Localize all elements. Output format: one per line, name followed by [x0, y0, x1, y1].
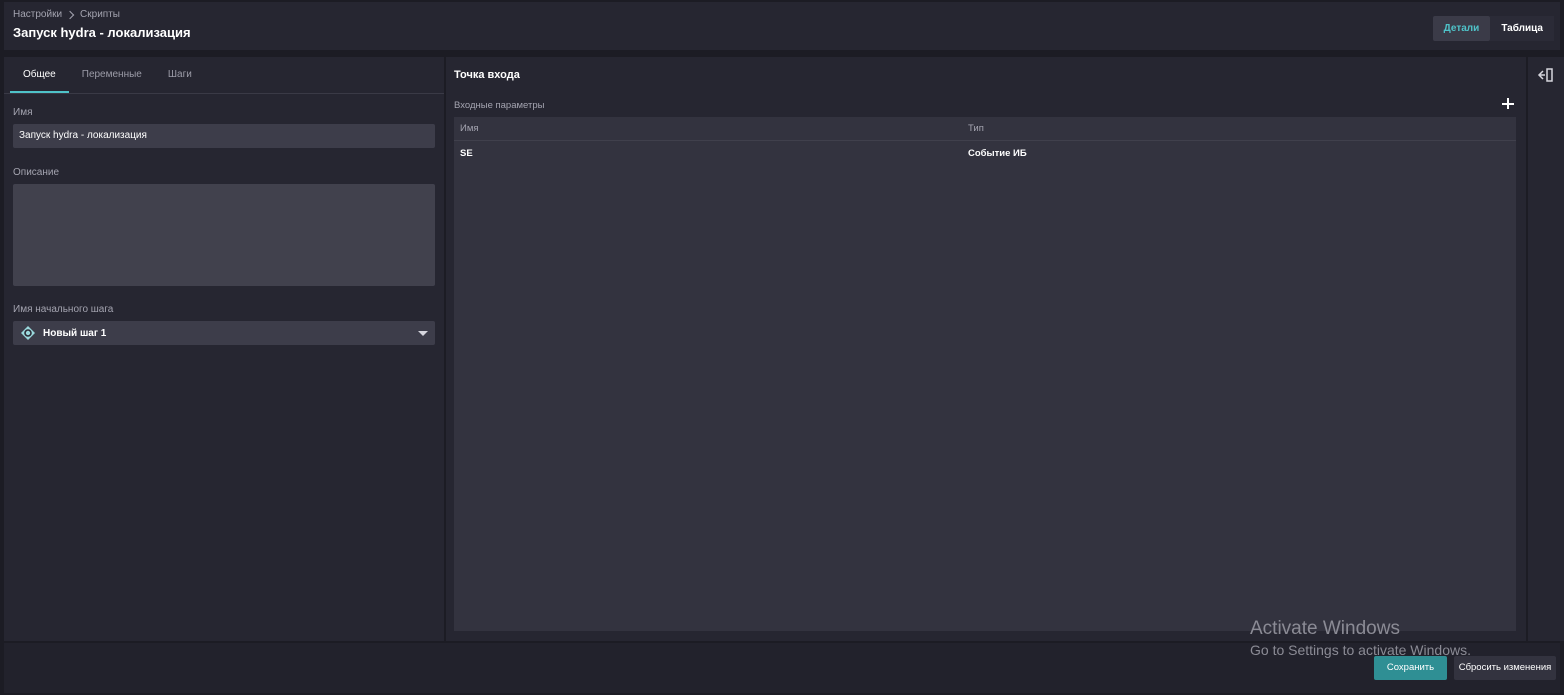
- side-rail: [1528, 57, 1564, 641]
- tab-variables[interactable]: Переменные: [69, 57, 155, 93]
- tabs-divider: [4, 93, 444, 94]
- collapse-panel-icon[interactable]: [1536, 67, 1554, 83]
- general-panel: Общее Переменные Шаги Имя Запуск hydra -…: [4, 57, 444, 641]
- table-view-button[interactable]: Таблица: [1490, 16, 1554, 41]
- breadcrumb-item-scripts[interactable]: Скрипты: [80, 9, 120, 20]
- tab-steps[interactable]: Шаги: [155, 57, 205, 93]
- step-diamond-icon: [21, 326, 35, 340]
- chevron-down-icon: [418, 331, 428, 336]
- start-step-select[interactable]: Новый шаг 1: [13, 321, 435, 345]
- breadcrumb-item-settings[interactable]: Настройки: [13, 9, 62, 20]
- table-header: Имя Тип: [454, 117, 1516, 141]
- start-step-label: Имя начального шага: [13, 304, 114, 315]
- table-row[interactable]: SE Событие ИБ: [454, 142, 1516, 166]
- watermark-line-1: Activate Windows: [1250, 618, 1400, 639]
- name-input[interactable]: Запуск hydra - локализация: [13, 124, 435, 148]
- description-textarea[interactable]: [13, 184, 435, 286]
- start-step-value: Новый шаг 1: [43, 327, 107, 339]
- column-header-type[interactable]: Тип: [968, 117, 984, 141]
- entry-point-panel: Точка входа Входные параметры Имя Тип SE…: [446, 57, 1526, 641]
- input-params-label: Входные параметры: [454, 100, 545, 111]
- view-toggle: Детали Таблица: [1432, 16, 1554, 41]
- chevron-right-icon: [66, 10, 76, 20]
- cell-type: Событие ИБ: [968, 148, 1027, 159]
- details-view-button[interactable]: Детали: [1432, 16, 1491, 41]
- entry-point-title: Точка входа: [454, 69, 520, 81]
- description-label: Описание: [13, 167, 60, 178]
- tab-general[interactable]: Общее: [10, 57, 69, 93]
- cell-name: SE: [460, 148, 473, 159]
- breadcrumb: Настройки Скрипты: [13, 9, 120, 20]
- name-label: Имя: [13, 107, 33, 118]
- tab-bar: Общее Переменные Шаги: [10, 57, 205, 93]
- column-header-name[interactable]: Имя: [460, 117, 479, 141]
- page-title: Запуск hydra - локализация: [13, 25, 191, 40]
- plus-icon[interactable]: [1501, 97, 1515, 111]
- watermark-line-2: Go to Settings to activate Windows.: [1250, 642, 1471, 658]
- input-params-table: Имя Тип SE Событие ИБ: [454, 117, 1516, 631]
- page-header: Настройки Скрипты Запуск hydra - локализ…: [4, 2, 1560, 50]
- activation-watermark: Activate Windows Go to Settings to activ…: [1250, 619, 1471, 661]
